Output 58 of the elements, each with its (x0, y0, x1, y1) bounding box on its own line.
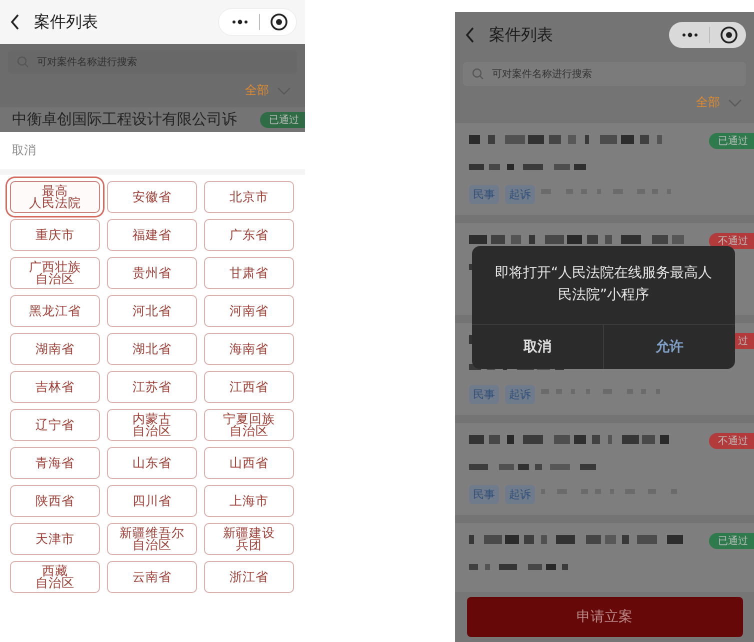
region-button[interactable]: 内蒙古 自治区 (107, 409, 197, 441)
cancel-button[interactable]: 取消 (472, 325, 603, 369)
region-button[interactable]: 吉林省 (10, 371, 100, 403)
case-tag: 民事 (469, 185, 499, 204)
region-button[interactable]: 天津市 (10, 523, 100, 555)
more-icon[interactable] (681, 32, 699, 38)
region-button[interactable]: 北京市 (204, 181, 294, 213)
region-button[interactable]: 辽宁省 (10, 409, 100, 441)
status-badge: 已通过 (260, 112, 305, 128)
region-button[interactable]: 安徽省 (107, 181, 197, 213)
status-badge: 不通过 (709, 433, 754, 449)
status-badge: 不通过 (709, 233, 754, 249)
capsule-menu[interactable] (218, 8, 297, 36)
region-button[interactable]: 重庆市 (10, 219, 100, 251)
region-button[interactable]: 山西省 (204, 447, 294, 479)
case-tag: 民事 (469, 485, 499, 504)
case-tag: 起诉 (505, 185, 535, 204)
region-button[interactable]: 新疆建设 兵团 (204, 523, 294, 555)
region-button[interactable]: 西藏 自治区 (10, 561, 100, 593)
region-button[interactable]: 河北省 (107, 295, 197, 327)
capsule-menu[interactable] (669, 22, 746, 48)
region-button[interactable]: 青海省 (10, 447, 100, 479)
region-button[interactable]: 陕西省 (10, 485, 100, 517)
region-button[interactable]: 河南省 (204, 295, 294, 327)
region-button[interactable]: 山东省 (107, 447, 197, 479)
region-button[interactable]: 湖北省 (107, 333, 197, 365)
region-button[interactable]: 浙江省 (204, 561, 294, 593)
region-button[interactable]: 湖南省 (10, 333, 100, 365)
region-button[interactable]: 江苏省 (107, 371, 197, 403)
case-tag: 起诉 (505, 385, 535, 404)
case-title: 中衡卓创国际工程设计有限公司诉 (12, 110, 237, 129)
region-button[interactable]: 贵州省 (107, 257, 197, 289)
page-title: 案件列表 (34, 12, 99, 32)
region-button[interactable]: 广西壮族 自治区 (10, 257, 100, 289)
allow-button[interactable]: 允许 (603, 325, 735, 369)
more-icon[interactable] (231, 19, 249, 25)
search-placeholder: 可对案件名称进行搜索 (492, 68, 592, 81)
status-badge: 已通过 (709, 533, 754, 549)
region-button[interactable]: 宁夏回族 自治区 (204, 409, 294, 441)
region-button[interactable]: 上海市 (204, 485, 294, 517)
region-button[interactable]: 四川省 (107, 485, 197, 517)
apply-button[interactable]: 申请立案 (466, 597, 742, 637)
region-button[interactable]: 江西省 (204, 371, 294, 403)
page-title: 案件列表 (489, 24, 554, 46)
region-button[interactable]: 黑龙江省 (10, 295, 100, 327)
region-button[interactable]: 新疆维吾尔 自治区 (107, 523, 197, 555)
search-icon (472, 68, 484, 80)
region-button[interactable]: 甘肃省 (204, 257, 294, 289)
case-tag: 起诉 (505, 485, 535, 504)
region-button[interactable]: 海南省 (204, 333, 294, 365)
region-button[interactable]: 云南省 (107, 561, 197, 593)
dialog-message: 即将打开“人民法院在线服务最高人民法院”小程序 (494, 264, 714, 305)
status-badge: 已通过 (709, 133, 754, 149)
case-tag: 民事 (469, 385, 499, 404)
region-button[interactable]: 福建省 (107, 219, 197, 251)
region-button[interactable]: 广东省 (204, 219, 294, 251)
back-icon[interactable] (10, 14, 20, 30)
search-placeholder: 可对案件名称进行搜索 (37, 56, 137, 69)
